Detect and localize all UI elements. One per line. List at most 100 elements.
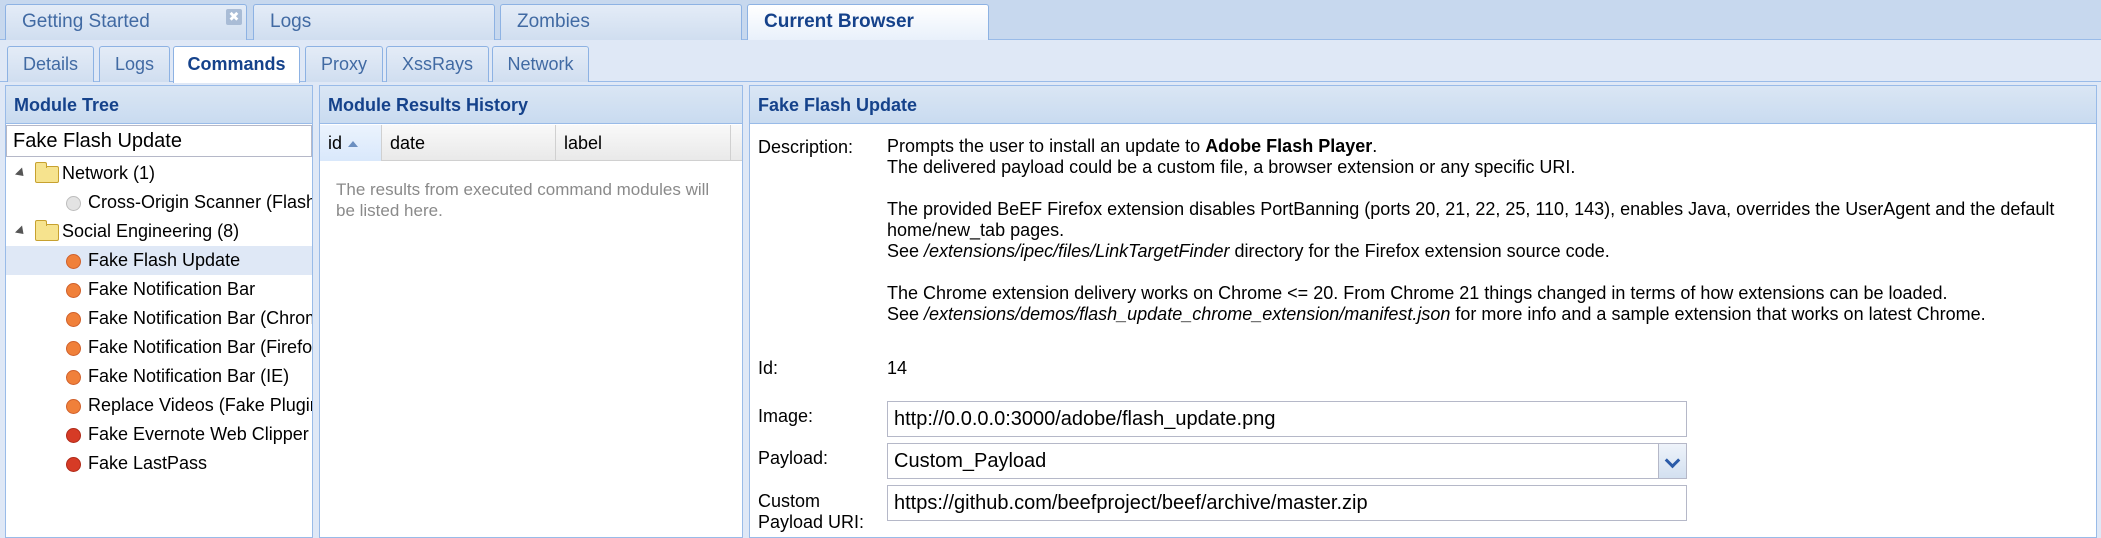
status-dot-icon — [66, 457, 81, 472]
tab-label: XssRays — [401, 54, 473, 74]
results-grid-header: id date label — [320, 125, 742, 161]
tab-label: Commands — [187, 54, 286, 74]
tab-label: Logs — [114, 54, 155, 74]
tree-label: Network (1) — [62, 163, 156, 183]
tree-label: Replace Videos (Fake Plugin) — [88, 395, 313, 415]
window-edge — [2097, 85, 2101, 538]
tree-folder-social-engineering[interactable]: Social Engineering (8) — [6, 217, 312, 246]
close-icon[interactable]: ✖ — [226, 9, 242, 25]
folder-icon — [35, 162, 59, 183]
desc-text: Prompts the user to install an update to — [887, 136, 1206, 156]
module-details-panel: Fake Flash Update Description: Prompts t… — [749, 85, 2097, 538]
tree-item[interactable]: Fake Evernote Web Clipper — [6, 420, 312, 449]
panel-title: Fake Flash Update — [750, 86, 2096, 124]
desc-path: /extensions/demos/flash_update_chrome_ex… — [924, 304, 1451, 324]
tab-zombies[interactable]: Zombies — [500, 4, 742, 40]
tree-item[interactable]: Fake Notification Bar (Firefox) — [6, 333, 312, 362]
tab-label: Proxy — [320, 54, 367, 74]
tab-current-browser[interactable]: Current Browser — [747, 4, 989, 41]
results-history-panel: Module Results History id date label The… — [319, 85, 743, 538]
panel-title: Module Results History — [320, 86, 742, 124]
tab-label: Details — [22, 54, 79, 74]
tree-label: Social Engineering (8) — [62, 221, 240, 241]
tab-label: Network — [507, 54, 574, 74]
tab-getting-started[interactable]: Getting Started ✖ — [5, 4, 247, 40]
tree-item-selected[interactable]: Fake Flash Update — [6, 246, 312, 275]
desc-bold: Adobe Flash Player — [1205, 136, 1373, 156]
tree-label: Fake Evernote Web Clipper — [88, 424, 309, 444]
chevron-down-icon[interactable] — [1658, 444, 1686, 478]
image-url-input[interactable]: http://0.0.0.0:3000/adobe/flash_update.p… — [887, 401, 1687, 437]
tree-item[interactable]: Replace Videos (Fake Plugin) — [6, 391, 312, 420]
tab-label: Getting Started — [22, 11, 150, 32]
status-dot-icon — [66, 312, 81, 327]
tab-label: Current Browser — [764, 11, 914, 32]
tab-network[interactable]: Network — [492, 46, 589, 82]
description-label: Description: — [758, 137, 854, 157]
status-dot-icon — [66, 341, 81, 356]
tab-label: Logs — [270, 11, 312, 32]
desc-text: The Chrome extension delivery works on C… — [887, 283, 1948, 303]
column-header-label[interactable]: label — [556, 125, 731, 161]
column-header-date[interactable]: date — [382, 125, 556, 161]
status-dot-icon — [66, 370, 81, 385]
tab-commands[interactable]: Commands — [173, 46, 300, 83]
label-line: Payload URI: — [758, 512, 865, 532]
tree-label: Fake Flash Update — [88, 250, 241, 270]
desc-text: . — [1372, 136, 1378, 156]
module-tree-panel: Module Tree Network (1) Cross-Origin Sca… — [5, 85, 313, 538]
column-label: id — [328, 133, 343, 153]
desc-text: The delivered payload could be a custom … — [887, 157, 1576, 177]
sort-ascending-icon — [348, 141, 359, 148]
tree-item[interactable]: Cross-Origin Scanner (Flash) — [6, 188, 312, 217]
custom-payload-uri-input[interactable]: https://github.com/beefproject/beef/arch… — [887, 485, 1687, 521]
status-dot-icon — [66, 283, 81, 298]
status-dot-icon — [66, 428, 81, 443]
payload-selected-value: Custom_Payload — [894, 450, 1047, 472]
module-search-input[interactable] — [6, 125, 312, 157]
browser-tab-bar: Details Logs Commands Proxy XssRays Netw… — [0, 40, 2101, 83]
tab-details[interactable]: Details — [7, 46, 94, 82]
tree-label: Fake Notification Bar (IE) — [88, 366, 290, 386]
tree-label: Cross-Origin Scanner (Flash) — [88, 192, 313, 212]
column-label: label — [564, 133, 603, 153]
desc-text: See — [887, 304, 925, 324]
panel-title: Module Tree — [6, 86, 312, 124]
tree-folder-network[interactable]: Network (1) — [6, 159, 312, 188]
id-label: Id: — [758, 358, 779, 378]
custom-uri-label: Custom Payload URI: — [758, 491, 864, 533]
tree-label: Fake LastPass — [88, 453, 208, 473]
tree-item[interactable]: Fake Notification Bar — [6, 275, 312, 304]
tree-label: Fake Notification Bar (Firefox) — [88, 337, 313, 357]
tree-label: Fake Notification Bar — [88, 279, 256, 299]
tab-logs[interactable]: Logs — [99, 46, 170, 82]
tree-item[interactable]: Fake Notification Bar (Chrome) — [6, 304, 312, 333]
expand-triangle-icon[interactable] — [14, 225, 28, 238]
column-label: date — [390, 133, 426, 153]
status-dot-icon — [66, 254, 81, 269]
desc-text: See — [887, 241, 925, 261]
tab-logs[interactable]: Logs — [253, 4, 495, 40]
tree-item[interactable]: Fake LastPass — [6, 449, 312, 478]
tab-proxy[interactable]: Proxy — [305, 46, 383, 82]
main-tab-bar: Getting Started ✖ Logs Zombies Current B… — [0, 0, 2101, 41]
desc-text: directory for the Firefox extension sour… — [1229, 241, 1610, 261]
empty-results-message: The results from executed command module… — [336, 180, 710, 220]
tree-label: Fake Notification Bar (Chrome) — [88, 308, 313, 328]
desc-text: for more info and a sample extension tha… — [1450, 304, 1986, 324]
expand-triangle-icon[interactable] — [14, 167, 28, 180]
module-tree: Network (1) Cross-Origin Scanner (Flash)… — [6, 159, 312, 478]
tree-item[interactable]: Fake Notification Bar (IE) — [6, 362, 312, 391]
desc-path: /extensions/ipec/files/LinkTargetFinder — [924, 241, 1230, 261]
label-line: Custom — [758, 491, 821, 511]
desc-text: The provided BeEF Firefox extension disa… — [887, 199, 2055, 240]
module-description: Prompts the user to install an update to… — [887, 136, 2096, 346]
payload-select[interactable]: Custom_Payload — [887, 443, 1687, 479]
folder-icon — [35, 220, 59, 241]
id-value: 14 — [887, 358, 908, 378]
image-label: Image: — [758, 406, 814, 426]
column-header-id[interactable]: id — [320, 125, 382, 161]
tab-xssrays[interactable]: XssRays — [386, 46, 489, 82]
status-dot-icon — [66, 196, 81, 211]
payload-label: Payload: — [758, 448, 829, 468]
